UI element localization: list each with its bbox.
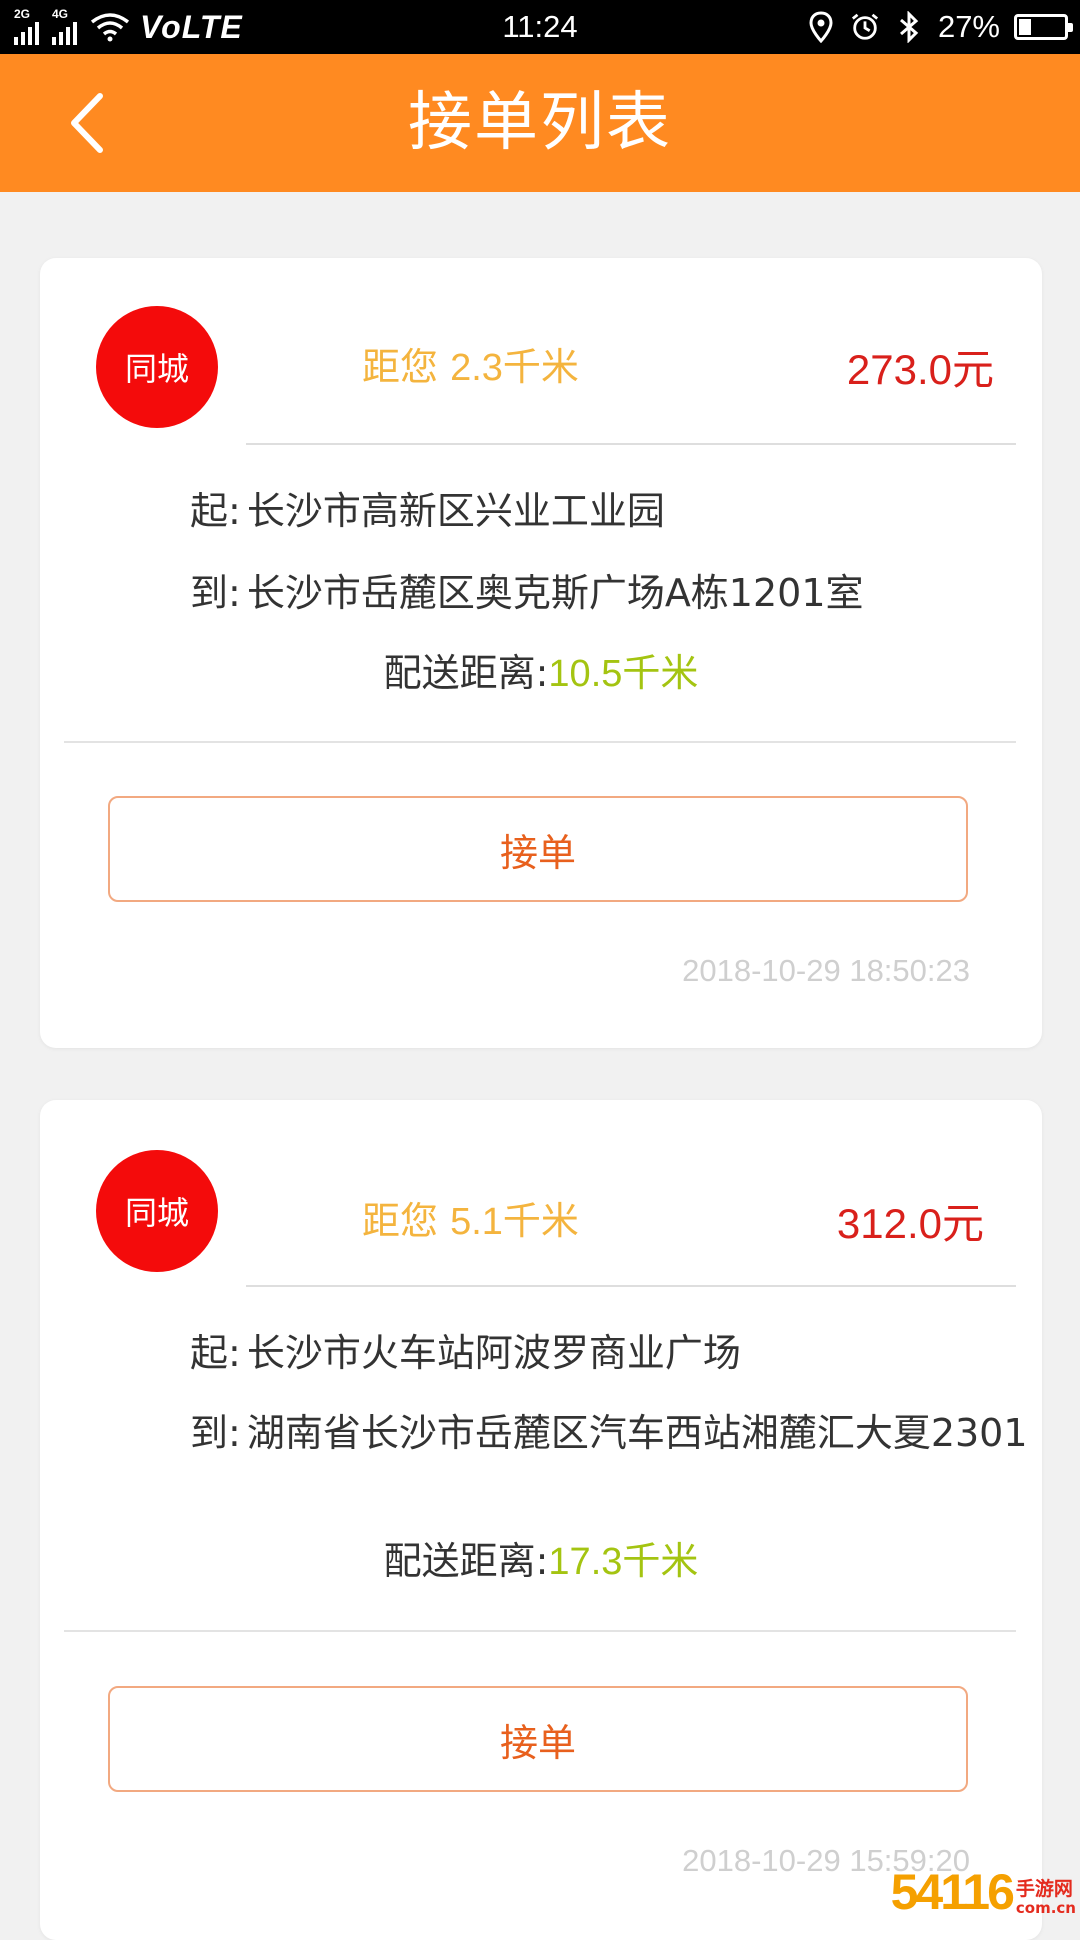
distance-value: 5.1千米 bbox=[450, 1201, 579, 1243]
delivery-distance: 配送距离:17.3千米 bbox=[40, 1530, 1042, 1585]
order-card: 同城 距您 2.3千米 273.0元 起: 长沙市高新区兴业工业园 到: 长沙市岳麓… bbox=[40, 258, 1042, 1048]
accept-order-button[interactable]: 接单 bbox=[108, 796, 968, 902]
pickup-address: 起: 长沙市高新区兴业工业园 bbox=[190, 480, 665, 535]
order-price: 273.0元 bbox=[846, 346, 994, 393]
location-icon bbox=[806, 10, 836, 44]
distance-prefix: 距您 bbox=[362, 345, 439, 389]
accept-order-button[interactable]: 接单 bbox=[108, 1686, 968, 1792]
battery-level bbox=[1019, 19, 1031, 35]
order-type-badge: 同城 bbox=[96, 1150, 218, 1272]
status-bar-right: 27% bbox=[806, 0, 1073, 54]
distance-prefix: 距您 bbox=[362, 1199, 439, 1243]
page-title: 接单列表 bbox=[408, 86, 672, 160]
divider bbox=[246, 1285, 1016, 1287]
dropoff-address-text: 长沙市岳麓区奥克斯广场A栋1201室 bbox=[246, 571, 864, 615]
alarm-icon bbox=[850, 10, 880, 44]
pickup-address-text: 长沙市火车站阿波罗商业广场 bbox=[246, 1331, 741, 1375]
delivery-distance-value: 17.3千米 bbox=[548, 1541, 699, 1583]
pickup-address-text: 长沙市高新区兴业工业园 bbox=[246, 489, 665, 533]
app-header: 接单列表 bbox=[0, 54, 1080, 192]
bluetooth-icon bbox=[894, 10, 924, 44]
watermark-digits: 54116 bbox=[890, 1864, 1015, 1920]
order-price: 312.0元 bbox=[836, 1200, 984, 1247]
watermark-domain: com.cn bbox=[1015, 1899, 1076, 1917]
site-watermark: 54116 手游网 com.cn bbox=[891, 1864, 1076, 1920]
dropoff-address: 到: 长沙市岳麓区奥克斯广场A栋1201室 bbox=[190, 562, 864, 617]
status-bar: 2G 4G VoLTE 11:24 27% bbox=[0, 0, 1080, 54]
divider bbox=[64, 741, 1016, 743]
battery-percent: 27% bbox=[937, 9, 1000, 44]
distance-from-you: 距您 2.3千米 bbox=[362, 336, 579, 391]
order-type-badge: 同城 bbox=[96, 306, 218, 428]
divider bbox=[246, 443, 1016, 445]
dropoff-address-text: 湖南省长沙市岳麓区汽车西站湘麓汇大夏2301 bbox=[246, 1411, 1028, 1455]
dropoff-label: 到: bbox=[190, 571, 241, 615]
delivery-distance-value: 10.5千米 bbox=[548, 653, 699, 695]
delivery-distance: 配送距离:10.5千米 bbox=[40, 642, 1042, 697]
distance-value: 2.3千米 bbox=[450, 347, 579, 389]
battery-icon bbox=[1014, 14, 1073, 40]
watermark-side: 手游网 com.cn bbox=[1016, 1878, 1076, 1916]
dropoff-address: 到: 湖南省长沙市岳麓区汽车西站湘麓汇大夏2301 bbox=[190, 1402, 1028, 1457]
pickup-address: 起: 长沙市火车站阿波罗商业广场 bbox=[190, 1322, 741, 1377]
delivery-distance-label: 配送距离: bbox=[383, 651, 549, 695]
distance-from-you: 距您 5.1千米 bbox=[362, 1190, 579, 1245]
delivery-distance-label: 配送距离: bbox=[383, 1539, 549, 1583]
divider bbox=[64, 1630, 1016, 1632]
pickup-label: 起: bbox=[190, 1331, 241, 1375]
order-timestamp: 2018-10-29 18:50:23 bbox=[682, 953, 970, 988]
watermark-text: 手游网 bbox=[1015, 1878, 1073, 1900]
dropoff-label: 到: bbox=[190, 1411, 241, 1455]
pickup-label: 起: bbox=[190, 489, 241, 533]
order-card: 同城 距您 5.1千米 312.0元 起: 长沙市火车站阿波罗商业广场 到: 湖南省… bbox=[40, 1100, 1042, 1940]
